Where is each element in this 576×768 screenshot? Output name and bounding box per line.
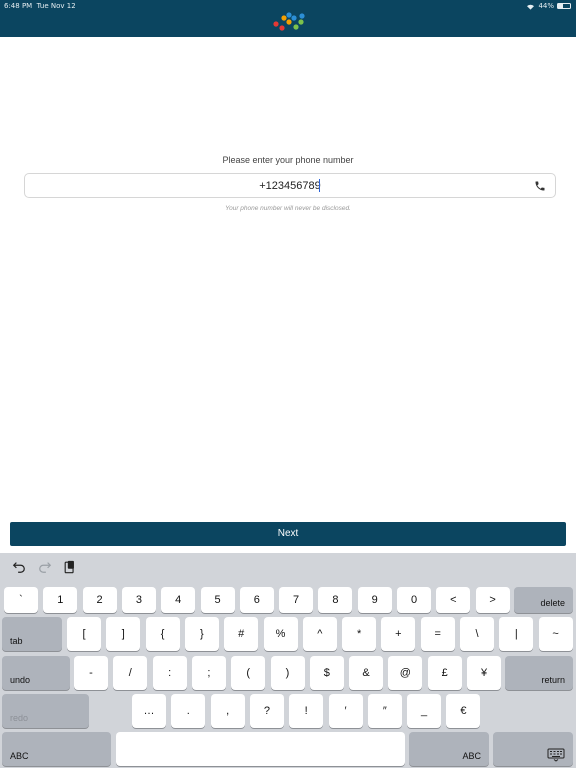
logo-dot bbox=[298, 19, 304, 25]
paste-icon[interactable] bbox=[63, 560, 77, 574]
key[interactable]: % bbox=[263, 617, 298, 651]
key[interactable]: < bbox=[436, 587, 471, 613]
battery-percent: 44% bbox=[538, 2, 554, 10]
undo-icon[interactable] bbox=[12, 560, 26, 574]
key[interactable]: * bbox=[342, 617, 377, 651]
undo-key[interactable]: undo bbox=[2, 656, 70, 690]
key[interactable]: [ bbox=[67, 617, 101, 651]
key[interactable]: ] bbox=[106, 617, 141, 651]
key[interactable]: @ bbox=[388, 656, 423, 690]
key[interactable]: . bbox=[171, 694, 206, 728]
next-button[interactable]: Next bbox=[10, 522, 566, 546]
key[interactable]: 9 bbox=[357, 587, 392, 613]
key[interactable]: $ bbox=[309, 656, 344, 690]
phone-prompt: Please enter your phone number bbox=[222, 155, 354, 165]
key[interactable]: > bbox=[475, 587, 510, 613]
key[interactable]: ~ bbox=[538, 617, 573, 651]
status-indicators: 44% bbox=[526, 2, 571, 10]
key[interactable]: ( bbox=[231, 656, 266, 690]
key[interactable]: ′ bbox=[328, 694, 363, 728]
wifi-icon bbox=[527, 4, 535, 10]
status-time: 6:48 PM Tue Nov 12 bbox=[4, 2, 76, 10]
key[interactable]: ) bbox=[270, 656, 305, 690]
key[interactable]: / bbox=[113, 656, 148, 690]
key[interactable]: £ bbox=[427, 656, 462, 690]
key[interactable]: : bbox=[152, 656, 187, 690]
logo-dot bbox=[286, 12, 292, 18]
battery-icon bbox=[557, 3, 571, 9]
delete-key[interactable]: delete bbox=[514, 587, 573, 613]
privacy-disclaimer: Your phone number will never be disclose… bbox=[225, 205, 351, 212]
text-caret bbox=[319, 179, 320, 192]
brand-logo bbox=[273, 12, 305, 31]
key[interactable]: 2 bbox=[82, 587, 117, 613]
return-key[interactable]: return bbox=[505, 656, 573, 690]
logo-dot bbox=[299, 13, 305, 19]
logo-dot bbox=[273, 21, 279, 27]
redo-icon[interactable] bbox=[38, 560, 52, 574]
key[interactable]: & bbox=[349, 656, 384, 690]
phone-input[interactable] bbox=[25, 174, 555, 197]
keyboard-toolbar bbox=[0, 553, 576, 583]
tab-key[interactable]: tab bbox=[2, 617, 62, 651]
phone-icon bbox=[535, 181, 545, 191]
key[interactable]: 4 bbox=[161, 587, 196, 613]
key[interactable]: ; bbox=[191, 656, 226, 690]
key[interactable]: 5 bbox=[200, 587, 235, 613]
redo-key[interactable]: redo bbox=[2, 694, 89, 728]
logo-dot bbox=[291, 15, 297, 21]
key[interactable]: ! bbox=[289, 694, 324, 728]
key[interactable]: = bbox=[420, 617, 455, 651]
abc-key-right[interactable]: ABC bbox=[409, 732, 489, 766]
key[interactable]: | bbox=[499, 617, 534, 651]
key[interactable]: 1 bbox=[43, 587, 78, 613]
keyboard-hide-icon bbox=[547, 748, 565, 762]
app-header: 6:48 PM Tue Nov 12 44% bbox=[0, 0, 576, 37]
hide-keyboard-key[interactable] bbox=[493, 732, 573, 766]
key[interactable]: ` bbox=[4, 587, 38, 613]
key[interactable]: 0 bbox=[397, 587, 431, 613]
key[interactable]: ″ bbox=[367, 694, 402, 728]
key[interactable]: ¥ bbox=[467, 656, 501, 690]
abc-key-left[interactable]: ABC bbox=[2, 732, 111, 766]
key[interactable]: € bbox=[446, 694, 481, 728]
logo-dot bbox=[293, 24, 299, 30]
key[interactable]: _ bbox=[407, 694, 442, 728]
key[interactable]: … bbox=[132, 694, 166, 728]
key[interactable]: 7 bbox=[279, 587, 314, 613]
logo-dot bbox=[281, 15, 287, 21]
key[interactable]: - bbox=[74, 656, 108, 690]
key[interactable]: + bbox=[381, 617, 416, 651]
key[interactable]: { bbox=[145, 617, 180, 651]
logo-dot bbox=[286, 19, 292, 25]
onscreen-keyboard: ` 1 2 3 4 5 6 7 8 9 0 < > delete tab[]{} #% ^ * + = \ | ~ undo -… bbox=[0, 553, 576, 768]
key[interactable]: } bbox=[184, 617, 219, 651]
key[interactable]: 6 bbox=[239, 587, 274, 613]
logo-dot bbox=[279, 25, 285, 31]
key[interactable]: ? bbox=[249, 694, 284, 728]
key[interactable]: ^ bbox=[302, 617, 337, 651]
key[interactable]: # bbox=[224, 617, 259, 651]
key[interactable]: \ bbox=[460, 617, 494, 651]
key[interactable]: 3 bbox=[121, 587, 156, 613]
key[interactable]: , bbox=[210, 694, 245, 728]
space-key[interactable] bbox=[116, 732, 405, 766]
key[interactable]: 8 bbox=[318, 587, 353, 613]
phone-field[interactable] bbox=[24, 173, 556, 198]
